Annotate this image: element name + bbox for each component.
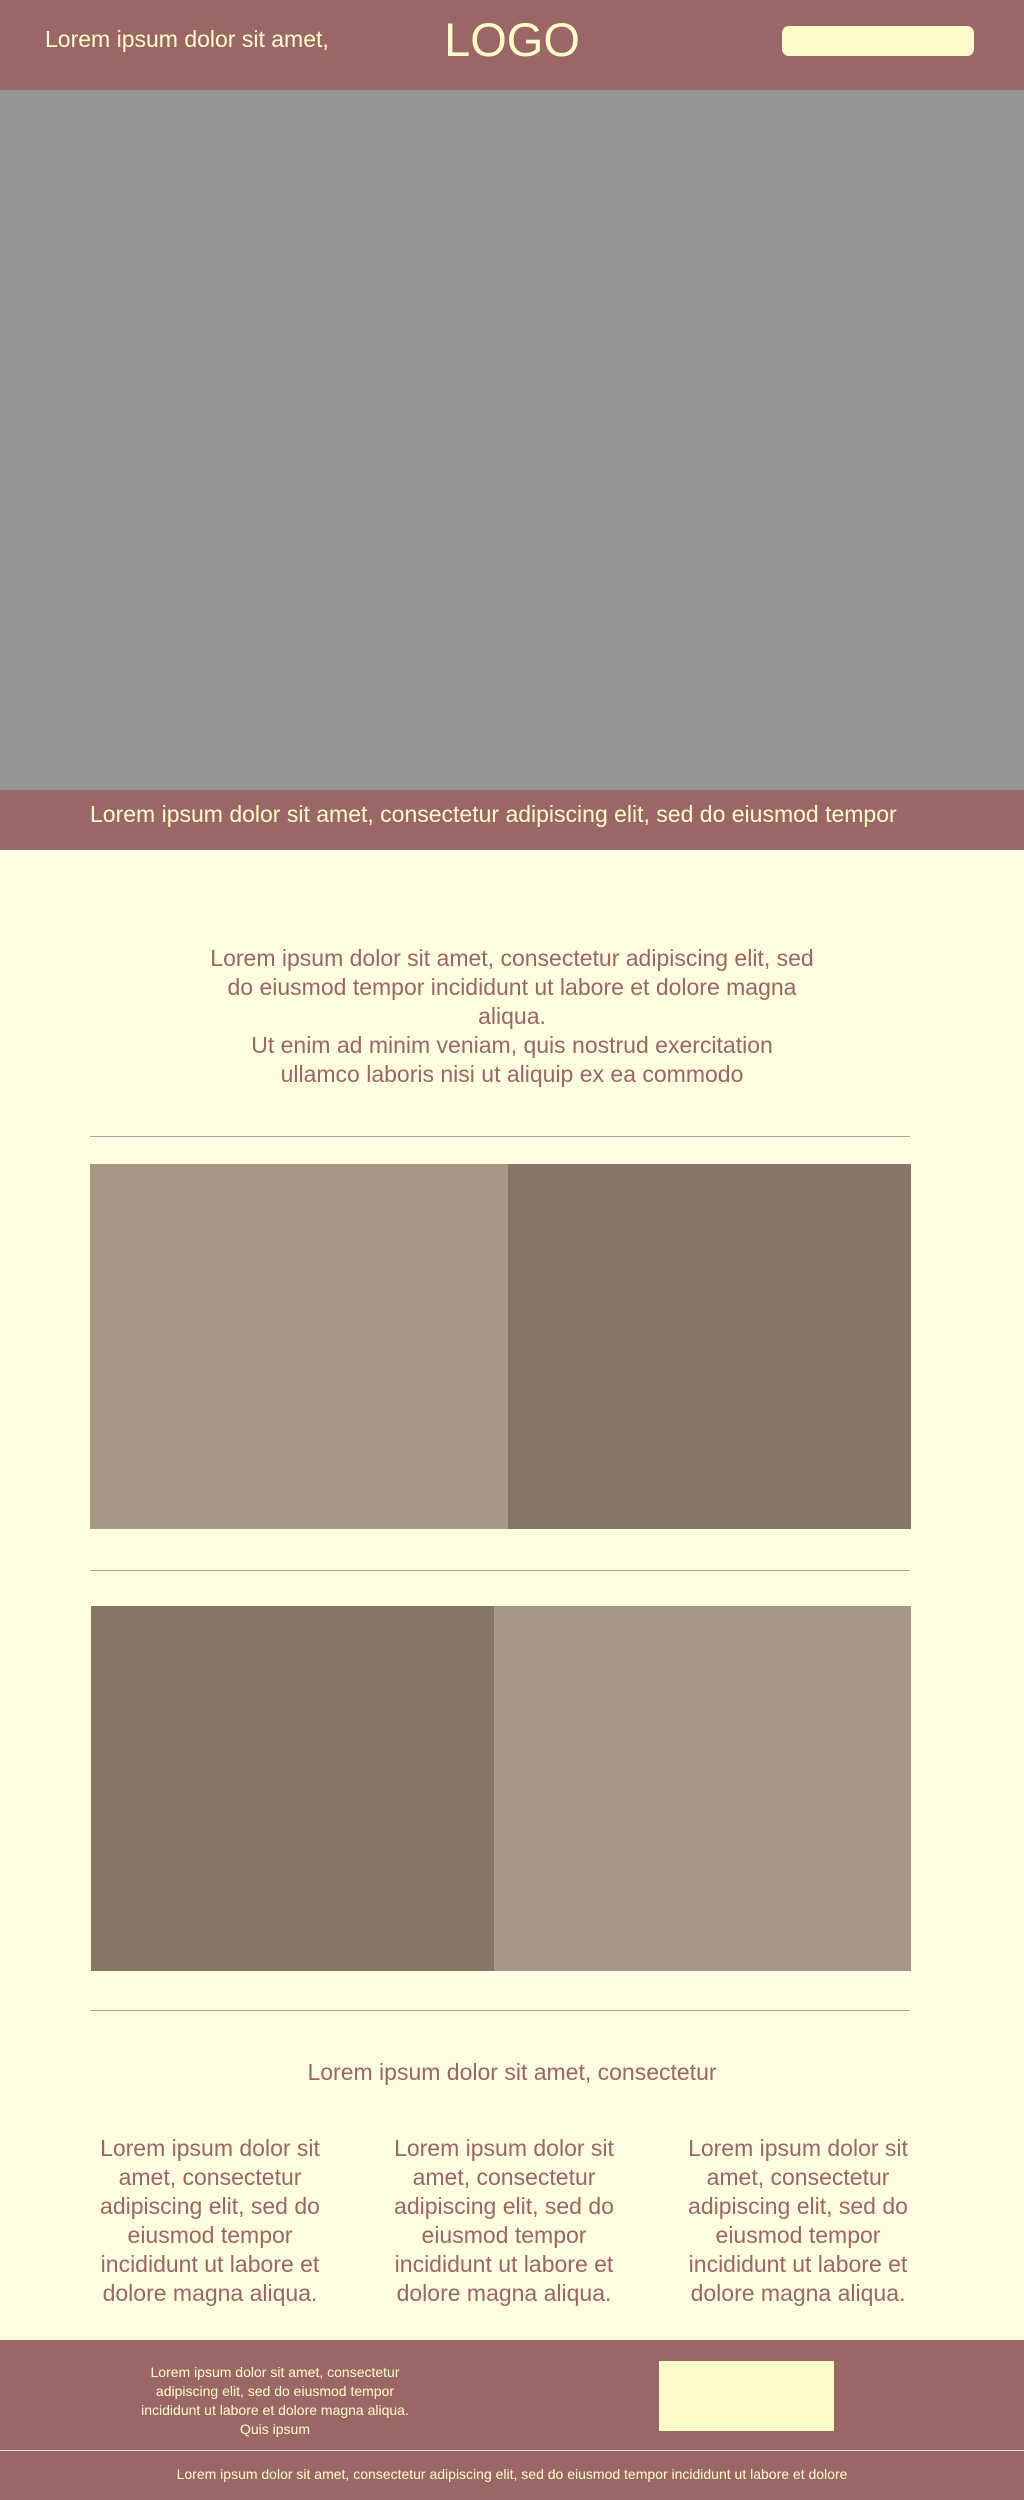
intro-line: aliqua. [478,1003,546,1029]
image-block-left [91,1606,494,1971]
image-block-right [508,1164,911,1529]
feature-column-1: Lorem ipsum dolor sit amet, consectetur … [100,2135,320,2306]
intro-line: ullamco laboris nisi ut aliquip ex ea co… [280,1061,744,1087]
section-divider [90,1136,910,1137]
footer-copyright: Lorem ipsum dolor sit amet, consectetur … [176,2466,848,2482]
intro-line: Lorem ipsum dolor sit amet, consectetur … [210,945,814,971]
image-block-right [494,1606,911,1971]
section-divider [90,2010,910,2011]
feature-column-3: Lorem ipsum dolor sit amet, consectetur … [688,2135,908,2306]
intro-line: Ut enim ad minim veniam, quis nostrud ex… [251,1032,773,1058]
header-search-input[interactable] [782,26,974,56]
banner-text: Lorem ipsum dolor sit amet, consectetur … [90,801,897,827]
footer-text: Lorem ipsum dolor sit amet, consectetur … [141,2364,409,2437]
banner: Lorem ipsum dolor sit amet, consectetur … [0,790,1024,850]
footer-image-placeholder [659,2361,834,2431]
features-title: Lorem ipsum dolor sit amet, consectetur [307,2059,717,2085]
intro-text: Lorem ipsum dolor sit amet, consectetur … [150,944,874,1089]
intro-line: do eiusmod tempor incididunt ut labore e… [227,974,797,1000]
feature-column-2: Lorem ipsum dolor sit amet, consectetur … [394,2135,614,2306]
image-block-left [90,1164,508,1529]
section-divider [90,1570,910,1571]
footer-divider [0,2450,1024,2451]
hero-image-placeholder [0,90,1024,790]
